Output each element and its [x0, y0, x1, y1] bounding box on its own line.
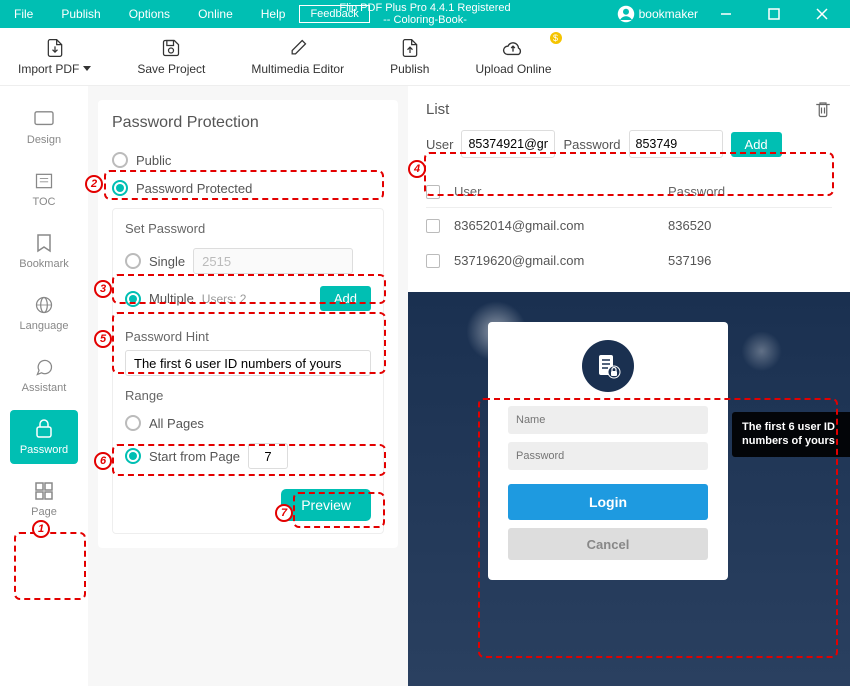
option-multiple[interactable]: Multiple Users: 2 Add — [125, 280, 371, 317]
window-title: Flip PDF Plus Pro 4.4.1 Registered -- Co… — [339, 2, 510, 26]
toc-icon — [33, 170, 55, 192]
list-add-button[interactable]: Add — [731, 132, 782, 157]
radio-public[interactable] — [112, 152, 128, 168]
import-icon — [44, 38, 66, 58]
login-password-input[interactable] — [508, 442, 708, 470]
cancel-button[interactable]: Cancel — [508, 528, 708, 560]
maximize-button[interactable] — [754, 0, 794, 28]
settings-title: Password Protection — [112, 114, 384, 132]
edit-icon — [287, 38, 309, 58]
trash-icon — [814, 100, 832, 118]
option-single[interactable]: Single — [125, 242, 371, 280]
radio-all-pages[interactable] — [125, 415, 141, 431]
radio-password-protected[interactable] — [112, 180, 128, 196]
user-avatar-icon — [617, 5, 635, 23]
marker-7: 7 — [275, 504, 293, 522]
login-name-input[interactable] — [508, 406, 708, 434]
radio-multiple[interactable] — [125, 291, 141, 307]
hint-input[interactable] — [125, 350, 371, 376]
single-password-input — [193, 248, 353, 274]
new-password-input[interactable] — [629, 130, 723, 158]
marker-5: 5 — [94, 330, 112, 348]
option-start-from-page[interactable]: Start from Page — [125, 437, 371, 475]
row-checkbox[interactable] — [426, 219, 440, 233]
col-header-user: User — [454, 184, 654, 199]
marker-6: 6 — [94, 452, 112, 470]
select-all-checkbox[interactable] — [426, 185, 440, 199]
monitor-icon — [33, 108, 55, 130]
grid-icon — [33, 480, 55, 502]
list-title: List — [426, 101, 449, 118]
start-page-input[interactable] — [248, 443, 288, 469]
settings-panel: Password Protection Public Password Prot… — [88, 86, 408, 686]
set-password-label: Set Password — [125, 221, 371, 236]
add-user-label: User — [426, 137, 453, 152]
hint-tooltip: The first 6 user ID numbers of yours — [732, 412, 850, 457]
preview-area: Login Cancel The first 6 user ID numbers… — [408, 292, 850, 686]
add-user-button[interactable]: Add — [320, 286, 371, 311]
menu-online[interactable]: Online — [184, 7, 247, 21]
sidebar-item-toc[interactable]: TOC — [10, 162, 78, 216]
bookmark-icon — [33, 232, 55, 254]
dollar-badge-icon: $ — [550, 32, 562, 44]
add-password-label: Password — [563, 137, 620, 152]
lock-icon — [33, 418, 55, 440]
sidebar-item-language[interactable]: Language — [10, 286, 78, 340]
sidebar-item-bookmark[interactable]: Bookmark — [10, 224, 78, 278]
marker-2: 2 — [85, 175, 103, 193]
left-sidebar: Design TOC Bookmark Language Assistant P… — [0, 86, 88, 686]
delete-button[interactable] — [814, 100, 832, 118]
preview-button[interactable]: Preview — [281, 489, 371, 521]
login-dialog: Login Cancel — [488, 322, 728, 580]
globe-icon — [33, 294, 55, 316]
toolbar: Import PDF Save Project Multimedia Edito… — [0, 28, 850, 86]
close-button[interactable] — [802, 0, 842, 28]
save-icon — [160, 38, 182, 58]
sidebar-item-password[interactable]: Password — [10, 410, 78, 464]
login-button[interactable]: Login — [508, 484, 708, 520]
right-panel: List User Password Add User Password 836… — [408, 86, 850, 686]
sidebar-item-assistant[interactable]: Assistant — [10, 348, 78, 402]
menu-bar: File Publish Options Online Help Feedbac… — [0, 0, 850, 28]
menu-publish[interactable]: Publish — [47, 7, 114, 21]
cloud-upload-icon — [502, 38, 524, 58]
marker-1: 1 — [32, 520, 50, 538]
minimize-button[interactable] — [706, 0, 746, 28]
menu-options[interactable]: Options — [115, 7, 184, 21]
list-row[interactable]: 83652014@gmail.com 836520 — [426, 208, 832, 243]
document-lock-icon — [582, 340, 634, 392]
user-account[interactable]: bookmaker — [617, 5, 698, 23]
sidebar-item-design[interactable]: Design — [10, 100, 78, 154]
option-public[interactable]: Public — [112, 146, 384, 174]
marker-4: 4 — [408, 160, 426, 178]
radio-single[interactable] — [125, 253, 141, 269]
option-all-pages[interactable]: All Pages — [125, 409, 371, 437]
list-row[interactable]: 53719620@gmail.com 537196 — [426, 243, 832, 278]
chat-icon — [33, 356, 55, 378]
caret-down-icon — [83, 66, 91, 71]
export-icon — [399, 38, 421, 58]
option-password-protected[interactable]: Password Protected — [112, 174, 384, 202]
user-list-panel: List User Password Add User Password 836… — [408, 86, 850, 292]
publish-button[interactable]: Publish — [382, 34, 437, 80]
col-header-password: Password — [668, 184, 832, 199]
radio-start-from-page[interactable] — [125, 448, 141, 464]
new-user-input[interactable] — [461, 130, 555, 158]
range-label: Range — [125, 388, 371, 403]
marker-3: 3 — [94, 280, 112, 298]
multimedia-editor-button[interactable]: Multimedia Editor — [243, 34, 352, 80]
sidebar-item-page[interactable]: Page — [10, 472, 78, 526]
row-checkbox[interactable] — [426, 254, 440, 268]
menu-file[interactable]: File — [0, 7, 47, 21]
menu-help[interactable]: Help — [247, 7, 300, 21]
users-count: Users: 2 — [202, 292, 247, 306]
hint-label: Password Hint — [125, 329, 371, 344]
upload-online-button[interactable]: $ Upload Online — [467, 34, 559, 80]
save-project-button[interactable]: Save Project — [129, 34, 213, 80]
import-pdf-button[interactable]: Import PDF — [10, 34, 99, 80]
